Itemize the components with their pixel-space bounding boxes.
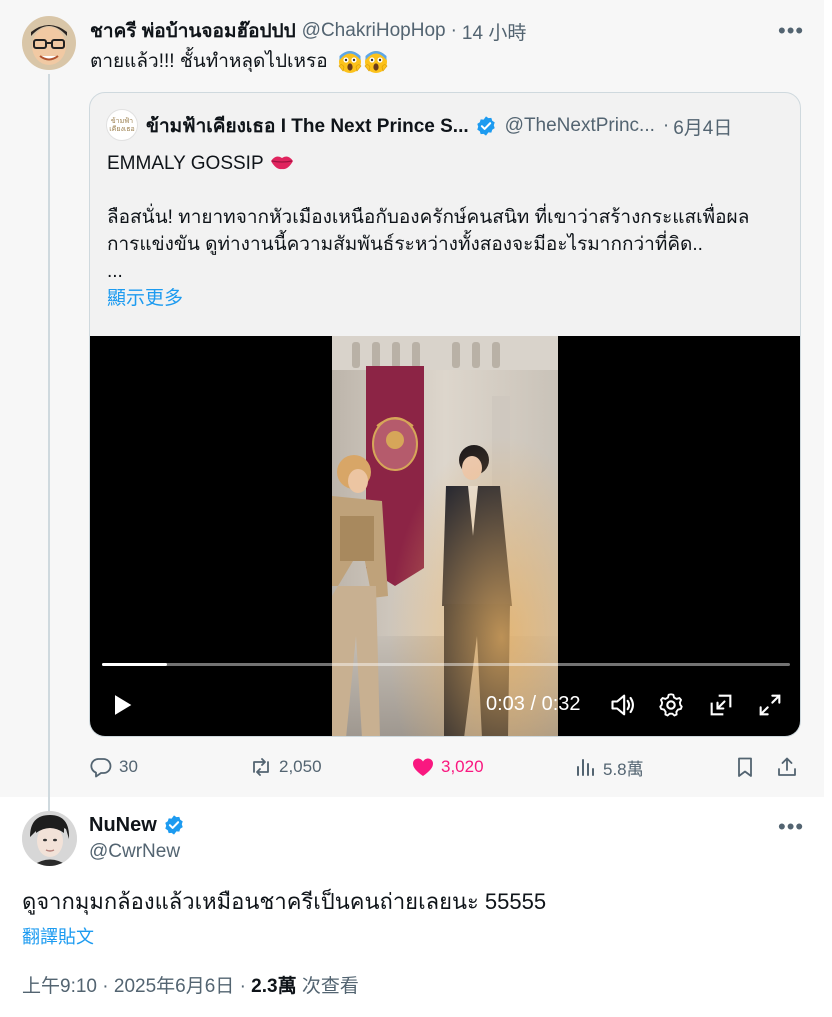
- show-more-link[interactable]: 顯示更多: [107, 288, 183, 309]
- bookmark-button[interactable]: [733, 752, 757, 782]
- post-meta: 上午9:10 · 2025年6月6日 · 2.3萬 次查看: [22, 971, 359, 998]
- verified-badge-icon: [476, 116, 495, 136]
- author-handle[interactable]: @ChakriHopHop: [302, 20, 446, 42]
- reply-text-content: ตายแล้ว!!! ชั้นทำหลุดไปเหรอ: [90, 51, 328, 72]
- video-player[interactable]: 0:03 / 0:32: [90, 336, 800, 736]
- reply-icon: [90, 758, 112, 778]
- repost-button[interactable]: 2,050: [249, 752, 322, 782]
- video-frame: [332, 336, 558, 736]
- translate-post-link[interactable]: 翻譯貼文: [22, 923, 94, 949]
- post-time[interactable]: 上午9:10: [22, 976, 97, 997]
- screaming-face-icon: [338, 51, 362, 73]
- separator: ·: [662, 115, 670, 136]
- separator: ·: [239, 976, 246, 997]
- reply-header: ชาครี พ่อบ้านจอมฮ๊อปปป @ChakriHopHop · 1…: [90, 18, 526, 44]
- main-post-text: ดูจากมุมกล้องแล้วเหมือนชาครีเป็นคนถ่ายเล…: [22, 889, 547, 914]
- share-icon: [778, 757, 796, 776]
- quote-body: EMMALY GOSSIP ลือสนั่น! ทายาทจากหัวเมือง…: [107, 150, 787, 312]
- action-bar: 30 2,050 3,020 5.8萬: [89, 752, 801, 782]
- views-count: 2.3萬: [251, 976, 297, 997]
- screaming-face-icon: [364, 51, 388, 73]
- views-count: 5.8萬: [603, 759, 644, 779]
- settings-gear-icon[interactable]: [657, 691, 685, 719]
- fullscreen-icon[interactable]: [756, 691, 784, 719]
- timestamp[interactable]: 14 小時: [462, 18, 526, 45]
- quote-avatar-logo: ข้ามฟ้า เคียงเธอ: [109, 117, 135, 133]
- video-progress-bar[interactable]: [102, 663, 790, 666]
- post-date[interactable]: 2025年6月6日: [114, 976, 234, 997]
- quote-avatar[interactable]: ข้ามฟ้า เคียงเธอ: [106, 109, 138, 141]
- quote-body-line: การแข่งขัน ดูท่างานนี้ความสัมพันธ์ระหว่า…: [107, 234, 703, 255]
- thread-line: [48, 74, 50, 812]
- quote-title-text: EMMALY GOSSIP: [107, 153, 264, 174]
- quote-header: ข้ามฟ้าเคียงเธอ I The Next Prince S... @…: [146, 113, 732, 139]
- quote-author-name[interactable]: ข้ามฟ้าเคียงเธอ I The Next Prince S...: [146, 111, 469, 141]
- repost-icon: [253, 758, 269, 776]
- volume-icon[interactable]: [609, 691, 637, 719]
- video-time: 0:03 / 0:32: [486, 693, 581, 715]
- author-name[interactable]: ชาครี พ่อบ้านจอมฮ๊อปปป: [90, 16, 296, 46]
- quote-ellipsis: ...: [107, 261, 123, 282]
- play-icon[interactable]: [108, 691, 136, 719]
- main-author-name[interactable]: NuNew: [89, 814, 157, 837]
- reply-count: 30: [119, 757, 138, 776]
- views-label: 次查看: [301, 976, 359, 997]
- quoted-tweet-card[interactable]: ข้ามฟ้า เคียงเธอ ข้ามฟ้าเคียงเธอ I The N…: [89, 92, 801, 737]
- like-count: 3,020: [441, 757, 484, 776]
- heart-icon: [413, 758, 433, 776]
- share-button[interactable]: [775, 752, 799, 782]
- main-author-handle[interactable]: @CwrNew: [89, 841, 180, 863]
- quote-body-line: ลือสนั่น! ทายาทจากหัวเมืองเหนือกับองครัก…: [107, 207, 750, 228]
- avatar[interactable]: [22, 16, 76, 70]
- quote-author-handle[interactable]: @TheNextPrinc...: [505, 115, 655, 137]
- reply-button[interactable]: 30: [89, 752, 138, 782]
- picture-in-picture-icon[interactable]: [707, 691, 735, 719]
- avatar[interactable]: [22, 811, 77, 866]
- reply-text: ตายแล้ว!!! ชั้นทำหลุดไปเหรอ: [90, 49, 388, 75]
- repost-count: 2,050: [279, 757, 322, 776]
- separator: ·: [102, 976, 109, 997]
- quote-title-line: EMMALY GOSSIP: [107, 150, 787, 177]
- like-button[interactable]: 3,020: [411, 752, 484, 782]
- separator: ·: [450, 20, 457, 41]
- quote-date[interactable]: 6月4日: [673, 113, 732, 140]
- views-button[interactable]: 5.8萬: [573, 752, 644, 782]
- main-author: NuNew: [89, 812, 193, 838]
- kiss-mark-icon: [270, 156, 293, 170]
- more-options-icon[interactable]: •••: [778, 816, 804, 838]
- verified-badge-icon: [165, 815, 183, 835]
- video-progress-fill: [102, 663, 167, 666]
- bookmark-icon: [738, 757, 752, 777]
- more-options-icon[interactable]: •••: [778, 20, 804, 42]
- analytics-icon: [577, 759, 594, 776]
